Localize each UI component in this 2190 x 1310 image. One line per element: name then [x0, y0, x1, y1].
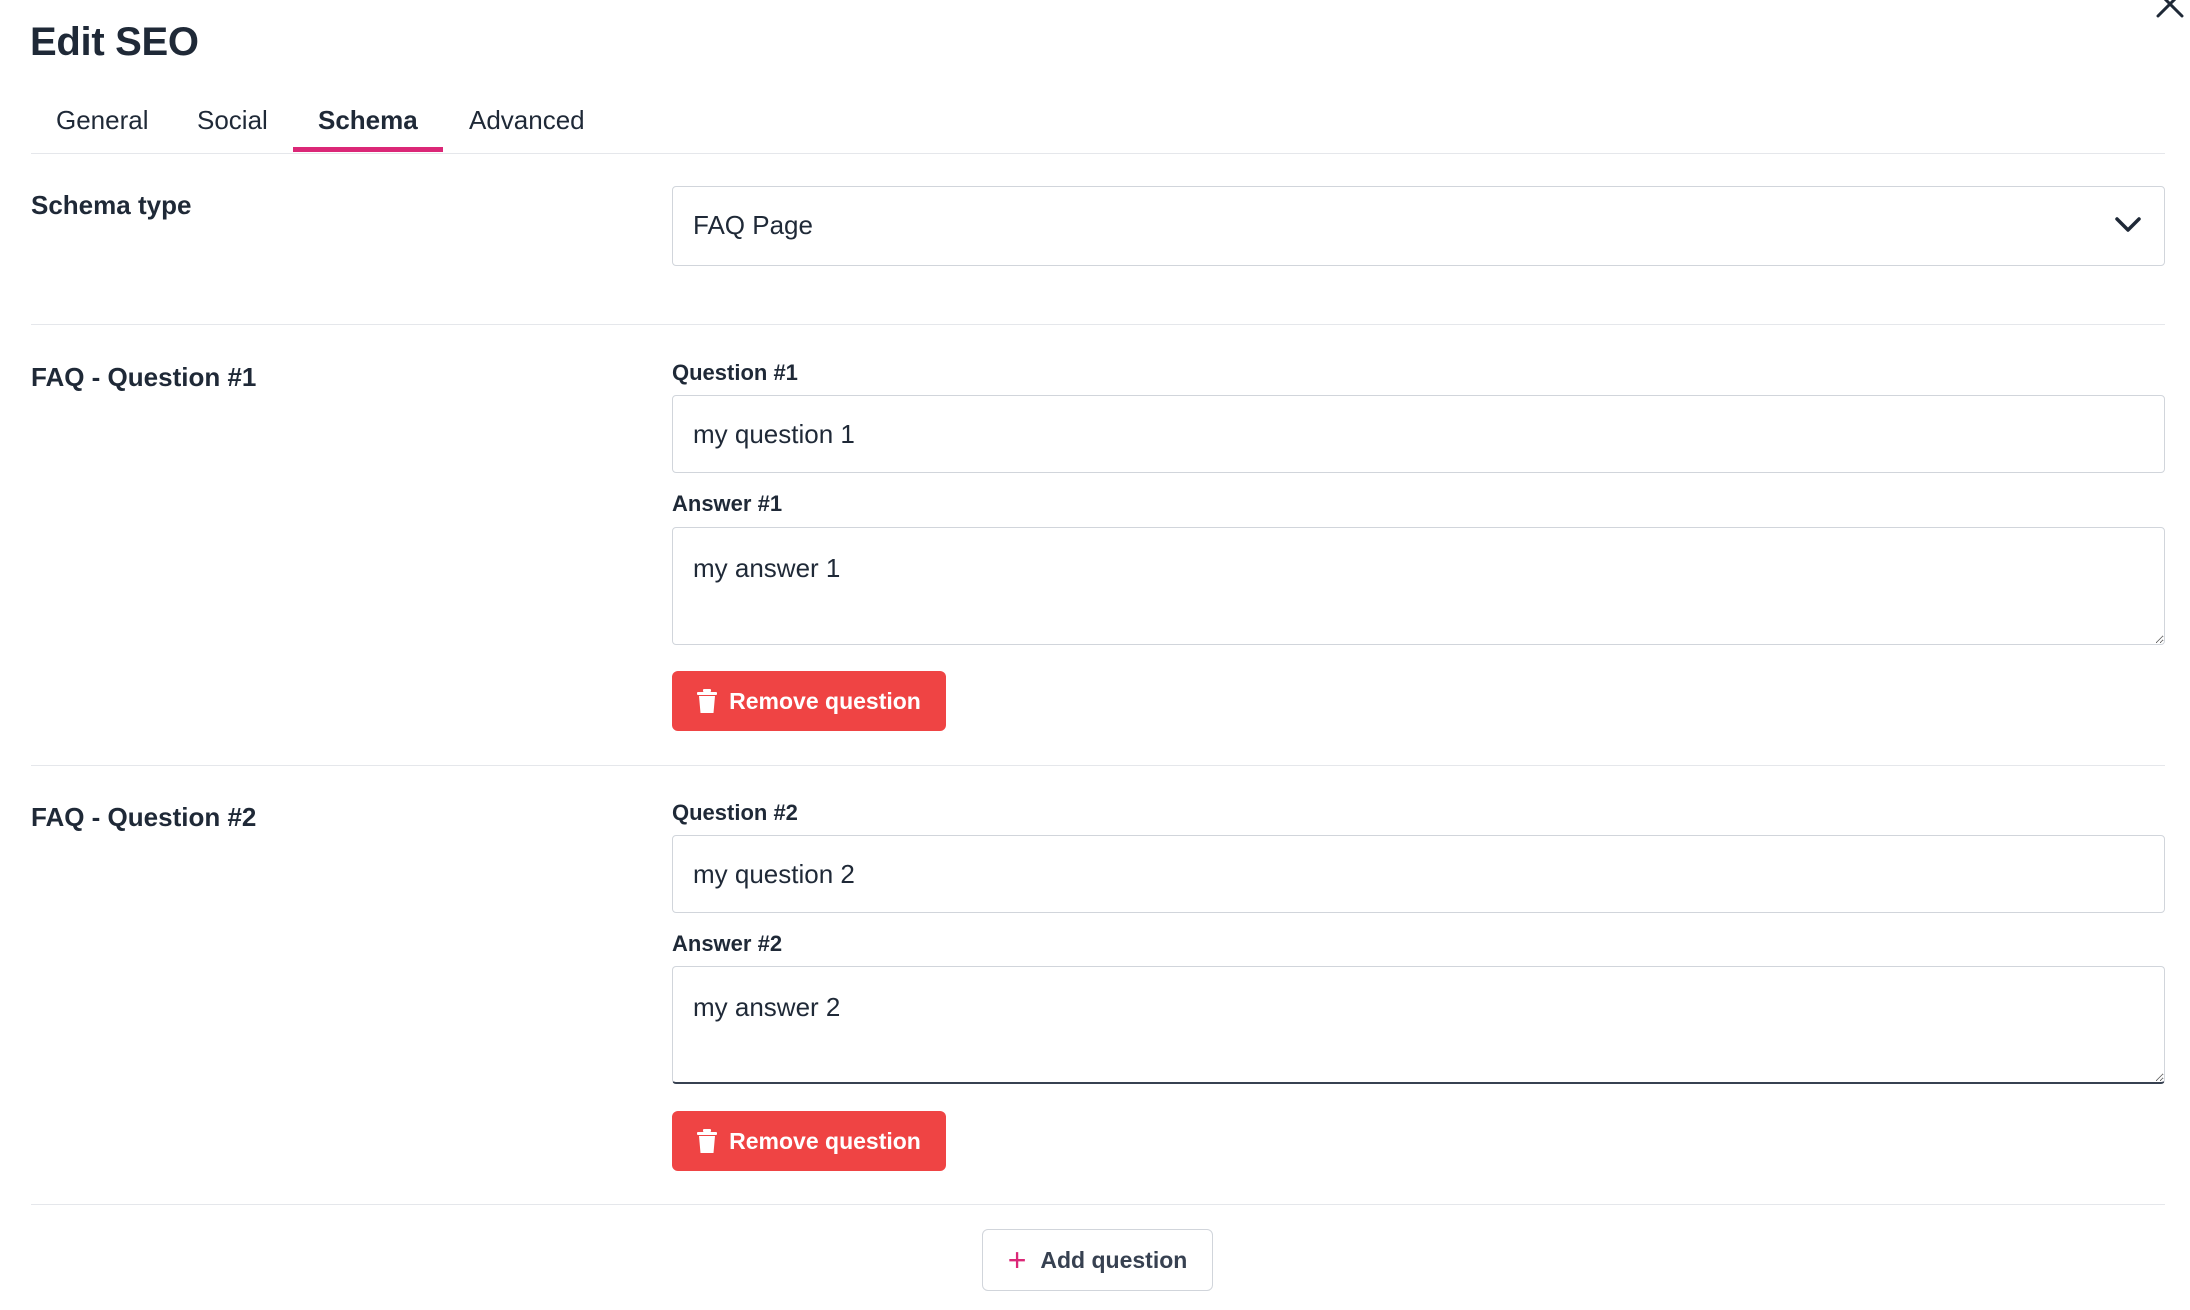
- tab-schema[interactable]: Schema: [293, 96, 443, 152]
- plus-icon: +: [1007, 1242, 1027, 1278]
- edit-seo-dialog: Edit SEO General Social Schema Advanced …: [0, 0, 2190, 1310]
- answer-textarea-1[interactable]: my answer 1: [672, 527, 2165, 645]
- tab-general[interactable]: General: [31, 96, 174, 152]
- remove-question-label-1: Remove question: [729, 687, 921, 714]
- add-question-button[interactable]: + Add question: [982, 1229, 1213, 1291]
- faq-section-label-1: FAQ - Question #1: [31, 362, 257, 392]
- answer-label-2: Answer #2: [672, 931, 783, 956]
- tab-social[interactable]: Social: [172, 96, 293, 152]
- close-icon[interactable]: [2150, 0, 2190, 24]
- remove-question-button-2[interactable]: Remove question: [672, 1111, 946, 1171]
- divider: [31, 1204, 2165, 1205]
- schema-type-select[interactable]: FAQ Page: [672, 186, 2165, 266]
- answer-textarea-2[interactable]: my answer 2: [672, 966, 2165, 1084]
- page-title: Edit SEO: [30, 20, 199, 64]
- divider: [31, 324, 2165, 325]
- chevron-down-icon: [2115, 217, 2141, 232]
- schema-type-value: FAQ Page: [693, 210, 813, 240]
- question-input-1[interactable]: [672, 395, 2165, 473]
- schema-type-label: Schema type: [31, 190, 192, 220]
- add-question-label: Add question: [1040, 1246, 1188, 1273]
- divider: [31, 765, 2165, 766]
- trash-icon: [697, 689, 718, 713]
- trash-icon: [697, 1129, 718, 1153]
- tab-bar: General Social Schema Advanced: [31, 96, 2165, 154]
- question-input-2[interactable]: [672, 835, 2165, 913]
- question-label-2: Question #2: [672, 800, 798, 825]
- answer-label-1: Answer #1: [672, 491, 783, 516]
- faq-section-label-2: FAQ - Question #2: [31, 802, 257, 832]
- remove-question-button-1[interactable]: Remove question: [672, 671, 946, 731]
- question-label-1: Question #1: [672, 360, 798, 385]
- tab-advanced[interactable]: Advanced: [444, 96, 610, 152]
- remove-question-label-2: Remove question: [729, 1127, 921, 1154]
